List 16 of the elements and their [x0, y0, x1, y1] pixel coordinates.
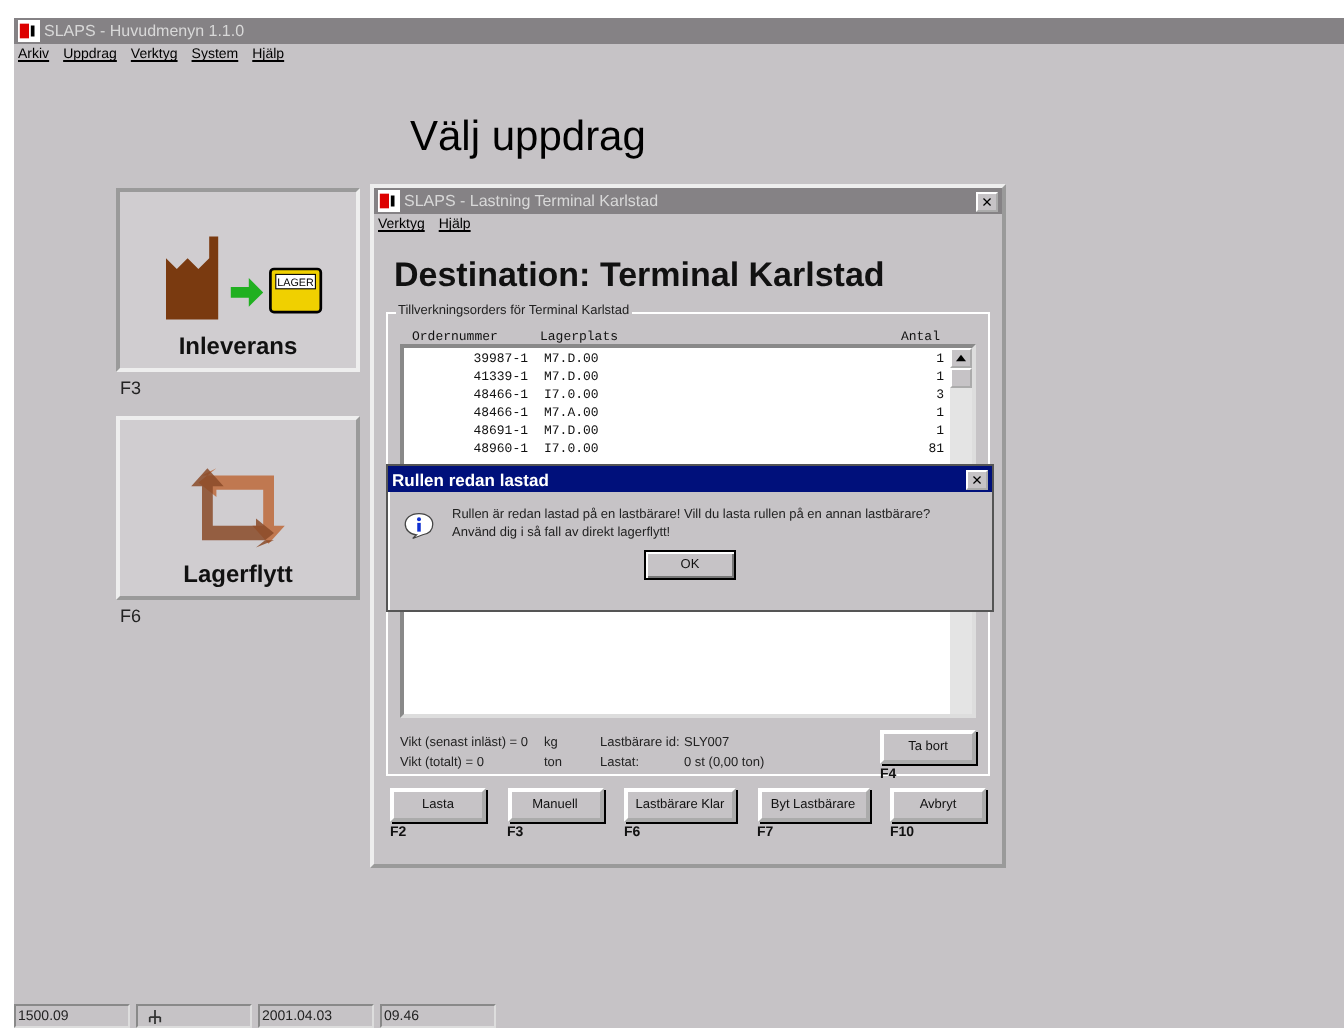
shortcut-label: F6: [120, 606, 144, 626]
destination-heading: Destination: Terminal Karlstad: [394, 256, 887, 296]
task-tile[interactable]: Lagerflytt: [116, 416, 360, 600]
page-heading: Välj uppdrag: [410, 114, 648, 162]
info-icon: [404, 512, 434, 540]
shortcut-label: F3: [120, 378, 144, 398]
up-arrow-icon[interactable]: [956, 354, 966, 362]
close-button[interactable]: ×: [966, 469, 988, 489]
close-button[interactable]: ×: [976, 191, 998, 211]
app-icon: [18, 20, 40, 42]
status-icon: [148, 1009, 162, 1023]
window-title: SLAPS - Huvudmenyn 1.1.0: [44, 22, 245, 40]
scroll-thumb[interactable]: [950, 368, 972, 388]
window-title: SLAPS - Lastning Terminal Karlstad: [404, 192, 659, 210]
window-title: Rullen redan lastad: [392, 469, 549, 489]
app-icon: [378, 190, 400, 212]
